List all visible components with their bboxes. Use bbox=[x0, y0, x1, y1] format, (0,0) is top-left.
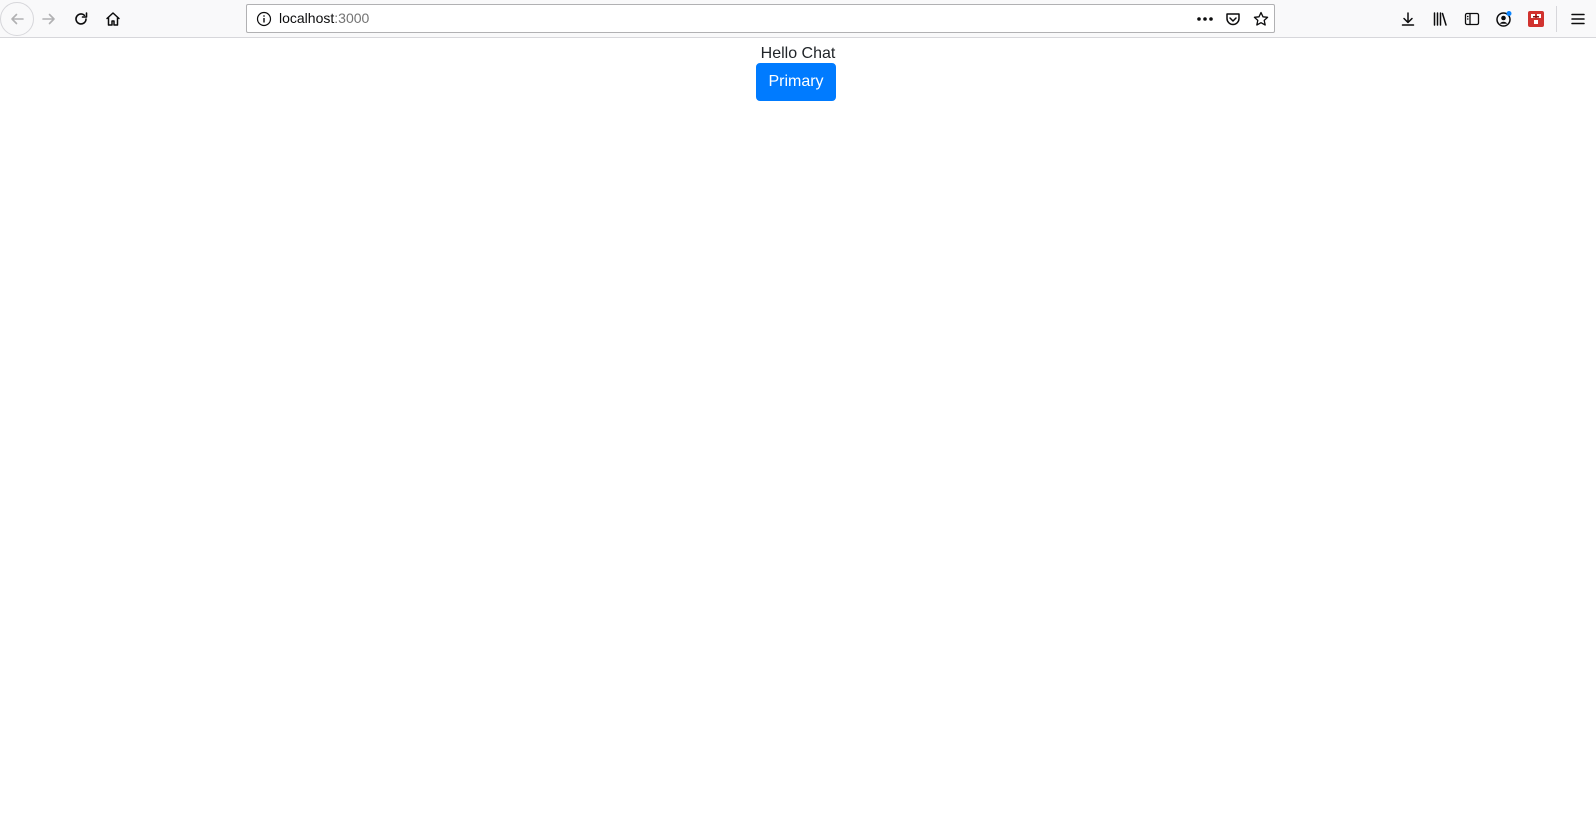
url-bar[interactable]: localhost:3000 bbox=[246, 4, 1275, 33]
reload-icon bbox=[75, 12, 88, 25]
forward-arrow-icon bbox=[42, 13, 55, 25]
reload-button[interactable] bbox=[65, 3, 97, 35]
sidebar-icon bbox=[1464, 12, 1480, 26]
menu-button[interactable] bbox=[1562, 3, 1594, 35]
library-button[interactable] bbox=[1424, 3, 1456, 35]
browser-toolbar: localhost:3000 bbox=[0, 0, 1596, 38]
hamburger-menu-icon bbox=[1571, 13, 1585, 25]
url-text[interactable]: localhost:3000 bbox=[279, 5, 369, 32]
ellipsis-icon bbox=[1197, 17, 1213, 21]
url-port: :3000 bbox=[334, 10, 370, 26]
back-button[interactable] bbox=[0, 2, 34, 36]
back-arrow-icon bbox=[11, 13, 24, 25]
home-button[interactable] bbox=[97, 3, 129, 35]
extension-icon bbox=[1528, 11, 1544, 27]
account-icon bbox=[1496, 11, 1512, 27]
url-host: localhost bbox=[279, 10, 335, 26]
info-icon bbox=[256, 11, 272, 27]
account-button[interactable] bbox=[1488, 3, 1520, 35]
library-icon bbox=[1433, 12, 1447, 26]
primary-button[interactable]: Primary bbox=[756, 63, 836, 101]
downloads-button[interactable] bbox=[1392, 3, 1424, 35]
site-info-button[interactable] bbox=[253, 8, 275, 30]
page-actions-button[interactable] bbox=[1193, 8, 1217, 30]
toolbar-separator bbox=[1556, 6, 1557, 32]
home-icon bbox=[106, 12, 120, 26]
extension-button[interactable] bbox=[1520, 3, 1552, 35]
bookmark-button[interactable] bbox=[1249, 8, 1273, 30]
pocket-button[interactable] bbox=[1221, 8, 1245, 30]
sidebar-button[interactable] bbox=[1456, 3, 1488, 35]
star-icon bbox=[1253, 11, 1269, 26]
pocket-icon bbox=[1226, 13, 1240, 26]
page-content: Hello Chat Primary bbox=[0, 39, 1596, 822]
download-icon bbox=[1401, 12, 1415, 26]
forward-button[interactable] bbox=[33, 3, 65, 35]
